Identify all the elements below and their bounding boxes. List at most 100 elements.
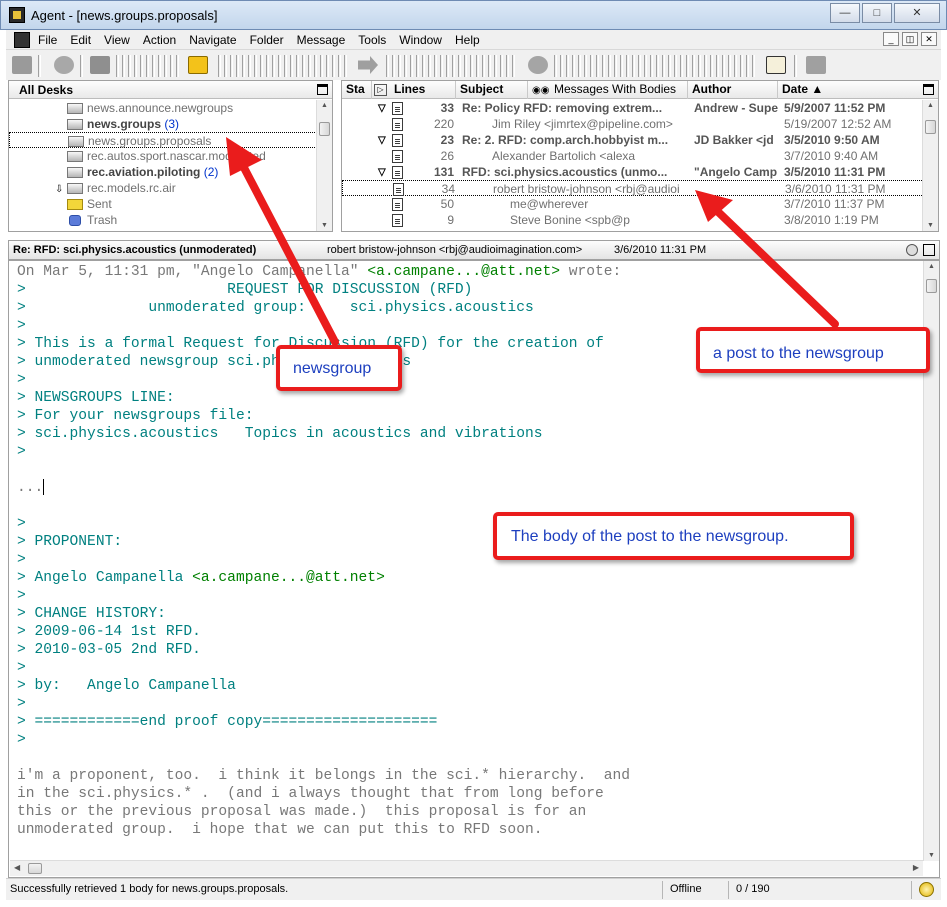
message-row[interactable]: ▽ 23 Re: 2. RFD: comp.arch.hobbyist m... JD… (342, 132, 924, 148)
newsgroup-icon (67, 119, 83, 130)
toolbar-separator (674, 55, 677, 77)
folder-name: news.groups.proposals (88, 134, 212, 148)
toolbar-separator (278, 55, 281, 77)
message-row[interactable]: 220 Jim Riley <jimrtex@pipeline.com> 5/19/… (342, 116, 924, 132)
maximize-pane-icon[interactable] (923, 84, 934, 95)
message-row[interactable]: ▽ 131 RFD: sci.physics.acoustics (unmo... "… (342, 164, 924, 180)
status-separator (662, 881, 663, 899)
thread-collapse-icon[interactable]: ▽ (378, 101, 386, 117)
scroll-thumb[interactable] (925, 120, 936, 134)
scroll-left-icon[interactable]: ◀ (14, 863, 20, 872)
toolbar-separator (152, 55, 155, 77)
title-bar[interactable]: Agent - [news.groups.proposals] — □ ✕ (0, 0, 947, 30)
message-date-cell: 5/19/2007 12:52 AM (784, 117, 892, 131)
message-options-icon[interactable] (906, 244, 918, 256)
scroll-up-icon[interactable]: ▲ (927, 102, 934, 109)
toolbar-separator (260, 55, 263, 77)
menu-folder[interactable]: Folder (250, 33, 284, 47)
envelope-icon[interactable] (766, 56, 786, 74)
menu-help[interactable]: Help (455, 33, 480, 47)
scroll-thumb[interactable] (926, 279, 937, 293)
body-line-text: > PROPONENT: (17, 534, 123, 550)
email-address[interactable]: <a.campane...@att.net> (367, 264, 560, 280)
document-menu-icon[interactable] (14, 32, 30, 48)
toolbar-separator (170, 55, 173, 77)
toolbar-separator (440, 55, 443, 77)
column-date[interactable]: Date ▲ (778, 81, 918, 99)
network-status-icon[interactable] (919, 882, 934, 897)
forward-icon[interactable] (358, 56, 378, 74)
doc-minimize-icon[interactable]: _ (883, 32, 899, 46)
menu-view[interactable]: View (104, 33, 130, 47)
message-subject-cell: Re: 2. RFD: comp.arch.hobbyist m... (462, 133, 669, 147)
column-author[interactable]: Author (688, 81, 778, 99)
body-horizontal-scrollbar[interactable]: ◀ ▶ (10, 860, 923, 876)
folder-item[interactable]: news.groups (3) (9, 116, 319, 132)
scroll-down-icon[interactable]: ▼ (927, 222, 934, 229)
folder-icon[interactable] (90, 56, 110, 74)
body-line: > (17, 695, 917, 713)
maximize-button[interactable]: □ (862, 3, 892, 23)
maximize-pane-icon[interactable] (317, 84, 328, 95)
message-row[interactable]: 26 Alexander Bartolich <alexa 3/7/2010 9:4… (342, 148, 924, 164)
menu-action[interactable]: Action (143, 33, 176, 47)
column-status[interactable]: Sta (342, 81, 372, 99)
stop-icon[interactable] (54, 56, 74, 74)
body-line-text: > (17, 552, 26, 568)
minimize-button[interactable]: — (830, 3, 860, 23)
maximize-pane-icon[interactable] (923, 244, 935, 256)
scroll-up-icon[interactable]: ▲ (928, 263, 935, 270)
menu-message[interactable]: Message (297, 33, 346, 47)
toolbar-separator (248, 55, 251, 77)
folder-item[interactable]: news.announce.newgroups (9, 100, 319, 116)
scroll-right-icon[interactable]: ▶ (913, 863, 919, 872)
toolbar-separator (476, 55, 479, 77)
menu-edit[interactable]: Edit (70, 33, 91, 47)
menu-file[interactable]: File (38, 33, 57, 47)
close-button[interactable]: ✕ (894, 3, 940, 23)
message-lines: 9 (447, 213, 454, 227)
toolbar-separator (314, 55, 317, 77)
message-row[interactable]: 34 robert bristow-johnson <rbj@audioi 3/6/… (342, 180, 924, 196)
watch-icon[interactable] (528, 56, 548, 74)
scroll-thumb[interactable] (28, 863, 42, 874)
menu-tools[interactable]: Tools (358, 33, 386, 47)
toolbar-separator (422, 55, 425, 77)
message-row[interactable]: ▽ 33 Re: Policy RFD: removing extrem... And… (342, 100, 924, 116)
send-icon[interactable] (806, 56, 826, 74)
email-address[interactable]: <a.campane...@att.net> (192, 570, 385, 586)
folder-item[interactable]: Sent (9, 196, 319, 212)
next-unread-icon[interactable] (188, 56, 208, 74)
folder-item[interactable]: rec.autos.sport.nascar.moderated (9, 148, 319, 164)
message-lines: 34 (441, 182, 455, 196)
message-list-scrollbar[interactable]: ▲ ▼ (922, 100, 938, 231)
thread-collapse-icon[interactable]: ▽ (378, 165, 386, 181)
folder-item[interactable]: ⇩ rec.models.rc.air (9, 180, 319, 196)
post-icon[interactable] (12, 56, 32, 74)
toolbar-separator (500, 55, 503, 77)
message-count: 0 / 190 (736, 883, 770, 895)
menu-window[interactable]: Window (399, 33, 442, 47)
folder-item[interactable]: Trash (9, 212, 319, 228)
scroll-down-icon[interactable]: ▼ (928, 852, 935, 859)
agent-app-icon[interactable] (9, 7, 25, 23)
folder-scrollbar[interactable]: ▲ ▼ (316, 100, 332, 231)
menu-navigate[interactable]: Navigate (189, 33, 236, 47)
body-line-text: > (17, 660, 26, 676)
newsgroup-icon (68, 136, 84, 147)
folder-item[interactable]: news.groups.proposals (9, 132, 319, 148)
doc-restore-icon[interactable]: ◫ (902, 32, 918, 46)
column-bodies[interactable]: Messages With Bodies (528, 81, 688, 99)
online-status[interactable]: Offline (670, 883, 702, 895)
thread-toggle-icon[interactable]: ▷ (374, 84, 387, 96)
column-subject[interactable]: Subject (456, 81, 528, 99)
scroll-thumb[interactable] (319, 122, 330, 136)
doc-close-icon[interactable]: ✕ (921, 32, 937, 46)
scroll-down-icon[interactable]: ▼ (321, 222, 328, 229)
folder-item[interactable]: rec.aviation.piloting (2) (9, 164, 319, 180)
message-row[interactable]: 9 Steve Bonine <spb@p 3/8/2010 1:19 PM (342, 212, 924, 228)
scroll-up-icon[interactable]: ▲ (321, 102, 328, 109)
message-row[interactable]: 50 me@wherever 3/7/2010 11:37 PM (342, 196, 924, 212)
thread-collapse-icon[interactable]: ▽ (378, 133, 386, 149)
toolbar-separator (602, 55, 605, 77)
